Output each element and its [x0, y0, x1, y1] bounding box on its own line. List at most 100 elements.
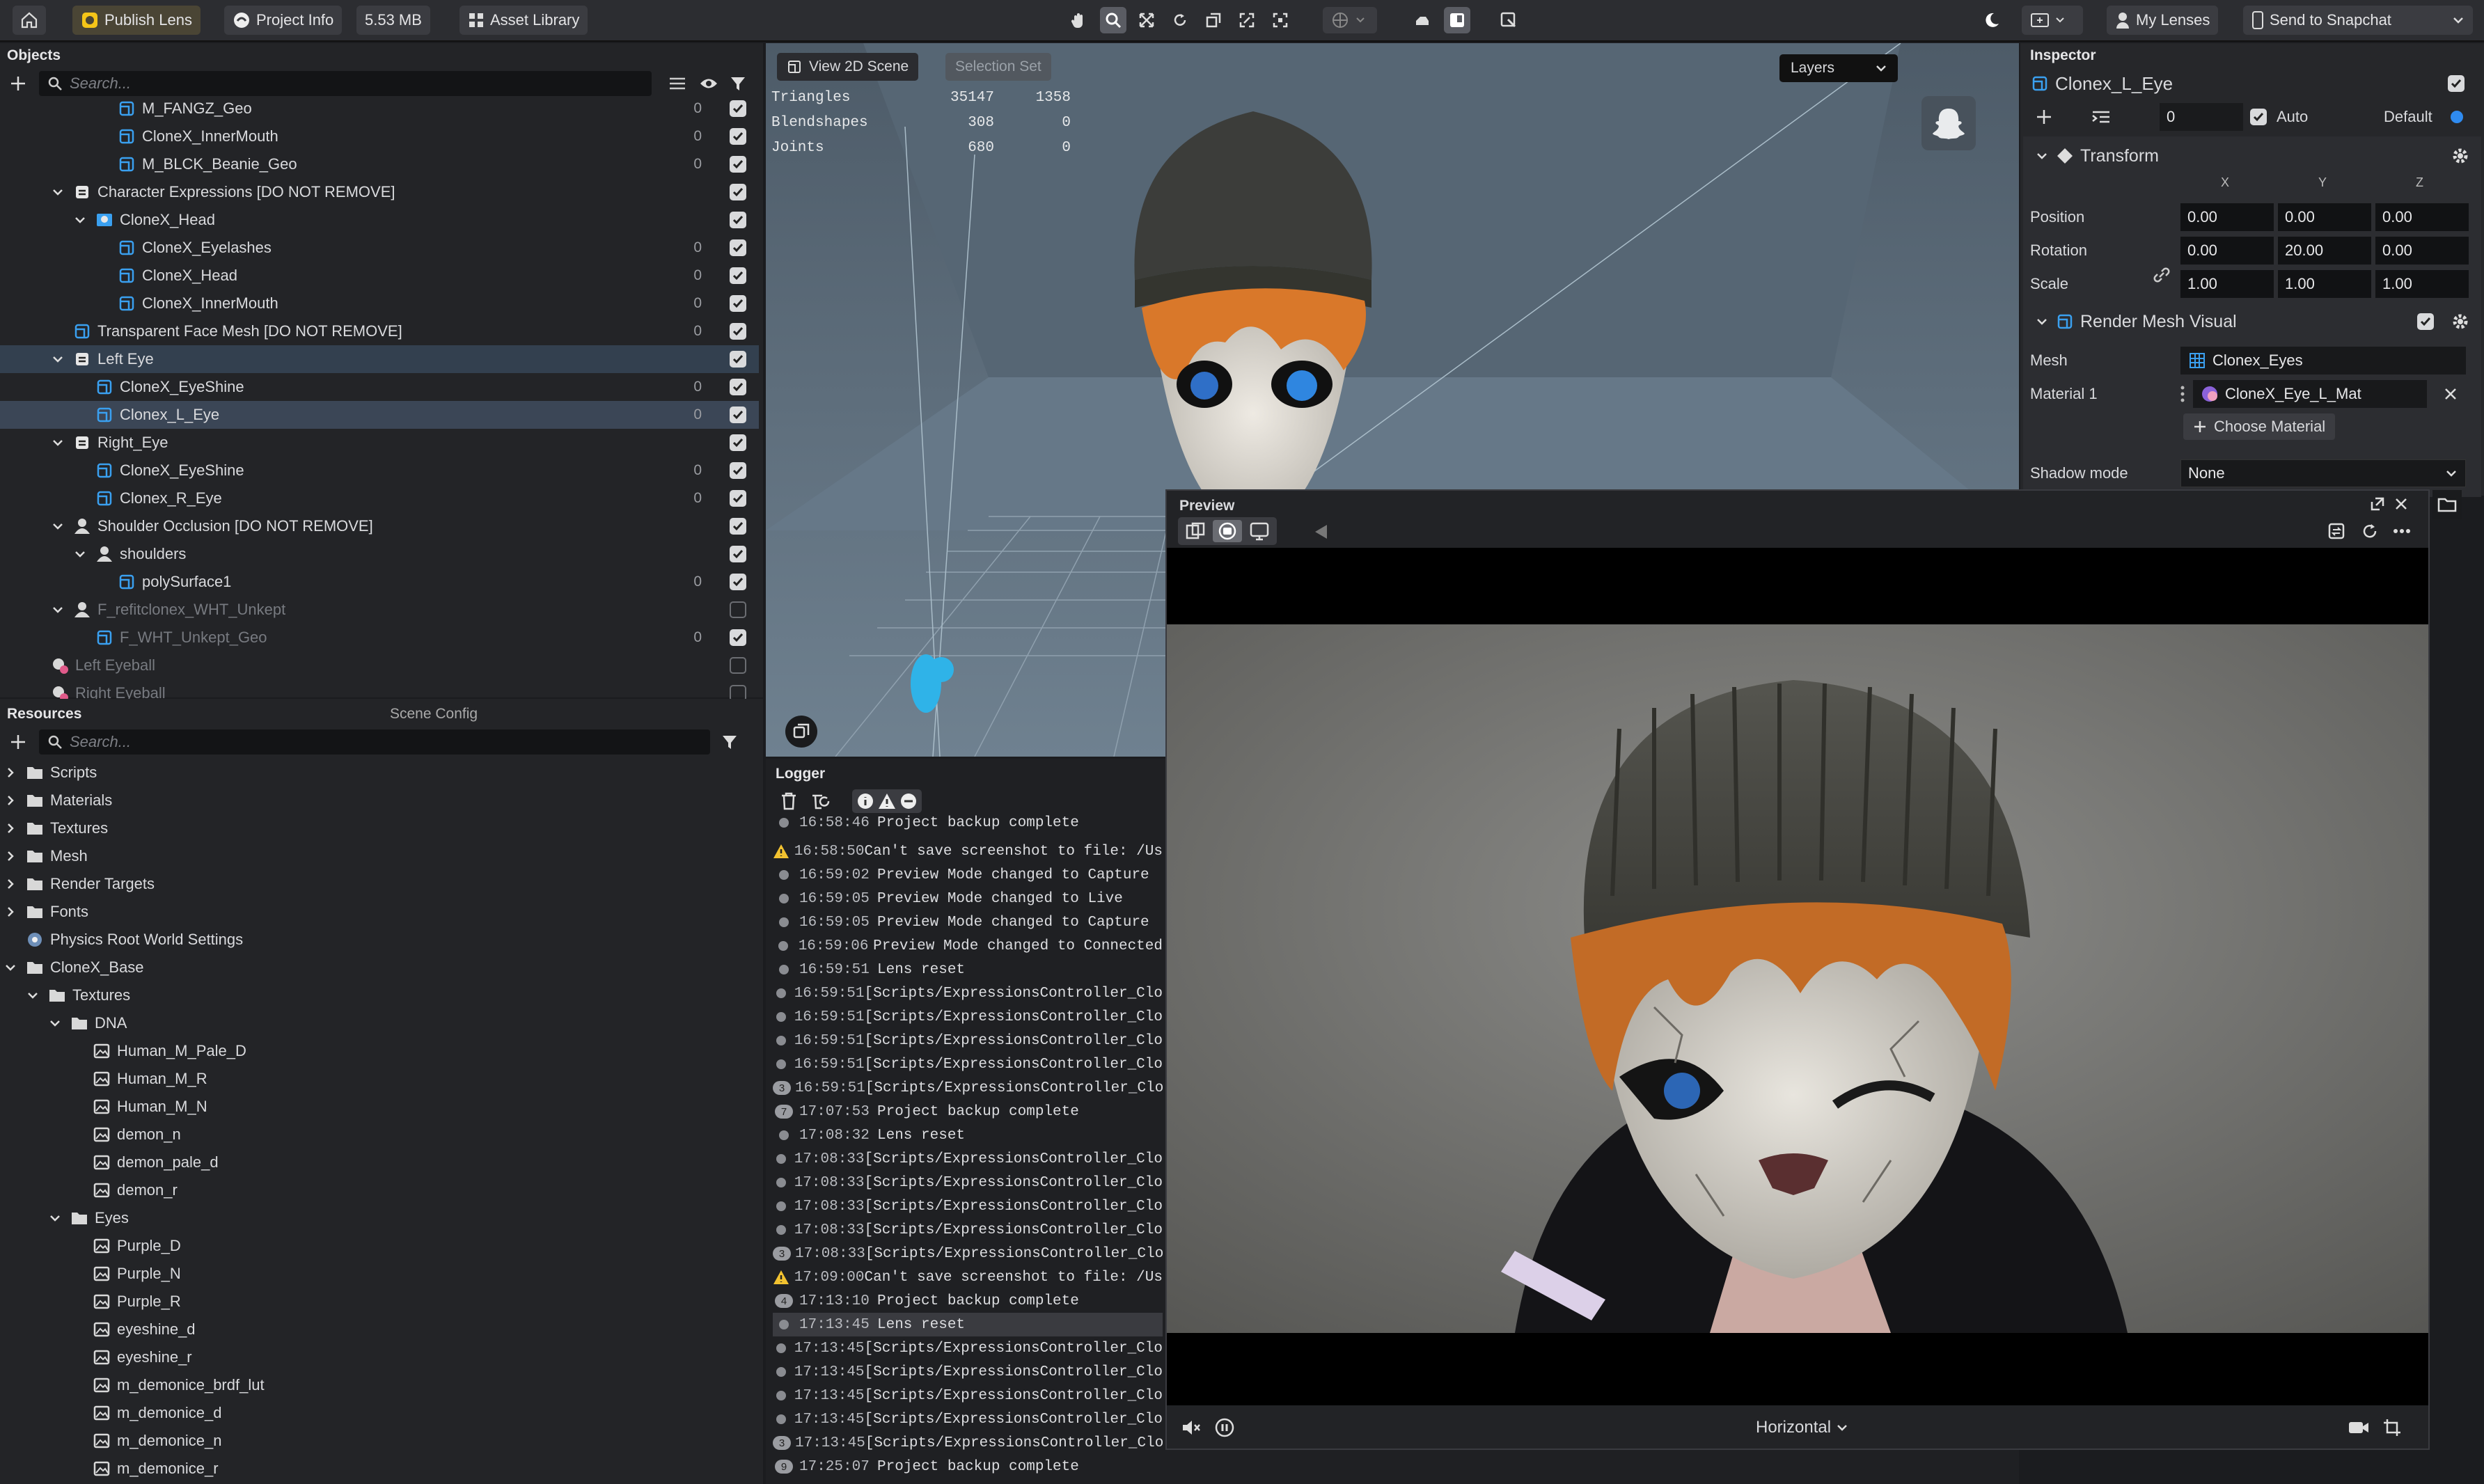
log-row[interactable]: 16:59:51 Lens reset: [773, 958, 1163, 981]
log-row[interactable]: 17:13:45 [Scripts/ExpressionsController_C…: [773, 1336, 1163, 1360]
resource-row[interactable]: demon_pale_d: [0, 1148, 759, 1176]
live-mode-icon[interactable]: [1213, 520, 1242, 542]
log-row[interactable]: 16:58:50 Can't save screenshot to file: /…: [773, 839, 1163, 863]
log-row[interactable]: 16:59:05 Preview Mode changed to Capture: [773, 910, 1163, 934]
resource-row[interactable]: Eyes: [0, 1204, 759, 1232]
resources-search-input[interactable]: Search...: [39, 729, 710, 755]
log-row[interactable]: 17:08:32 Lens reset: [773, 1123, 1163, 1147]
object-row[interactable]: CloneX_Head: [0, 206, 759, 234]
visibility-checkbox[interactable]: [730, 406, 746, 423]
chevron-down-icon[interactable]: [4, 961, 17, 974]
object-row[interactable]: Shoulder Occlusion [DO NOT REMOVE]: [0, 512, 759, 540]
log-row[interactable]: 16:59:06 Preview Mode changed to Connecte…: [773, 934, 1163, 958]
connected-mode-icon[interactable]: [1245, 520, 1274, 542]
object-row[interactable]: shoulders: [0, 540, 759, 568]
close-icon[interactable]: [2442, 386, 2459, 402]
log-row[interactable]: 3 17:13:45 [Scripts/ExpressionsController_…: [773, 1431, 1163, 1455]
more-options-icon[interactable]: [2392, 521, 2412, 541]
chevron-down-icon[interactable]: [52, 436, 64, 449]
snapchat-ghost-icon[interactable]: [1921, 96, 1976, 150]
object-enabled-checkbox[interactable]: [2448, 75, 2465, 92]
visibility-checkbox[interactable]: [730, 462, 746, 479]
gear-icon[interactable]: [2451, 146, 2470, 166]
preview-toggle-icon[interactable]: [1444, 7, 1470, 33]
camera-icon[interactable]: [1409, 7, 1436, 33]
resource-row[interactable]: Purple_N: [0, 1260, 759, 1288]
log-row[interactable]: 16:59:05 Preview Mode changed to Live: [773, 887, 1163, 910]
chevron-right-icon[interactable]: [4, 794, 17, 807]
preview-canvas[interactable]: [1167, 548, 2428, 1405]
log-row[interactable]: 17:13:45 [Scripts/ExpressionsController_C…: [773, 1384, 1163, 1407]
resource-row[interactable]: Materials: [0, 787, 759, 814]
chevron-right-icon[interactable]: [4, 850, 17, 862]
object-row[interactable]: Right_Eye: [0, 429, 759, 457]
visibility-checkbox[interactable]: [730, 657, 746, 674]
visibility-checkbox[interactable]: [730, 239, 746, 256]
snap-tool-icon[interactable]: [1267, 7, 1294, 33]
info-filter-icon[interactable]: [856, 792, 874, 810]
resource-row[interactable]: m_demonice_brdf_lut: [0, 1371, 759, 1399]
position-y-field[interactable]: 0.00: [2278, 203, 2371, 231]
resource-row[interactable]: Textures: [0, 981, 759, 1009]
hand-tool-icon[interactable]: [1065, 7, 1092, 33]
object-row[interactable]: M_BLCK_Beanie_Geo 0: [0, 150, 759, 178]
visibility-checkbox[interactable]: [730, 518, 746, 535]
object-row[interactable]: Character Expressions [DO NOT REMOVE]: [0, 178, 759, 206]
filter-icon[interactable]: [730, 75, 746, 92]
log-row[interactable]: 17:13:45 Lens reset: [773, 1313, 1163, 1336]
link-scale-icon[interactable]: [2151, 265, 2172, 285]
visibility-checkbox[interactable]: [730, 100, 746, 117]
chevron-right-icon[interactable]: [4, 766, 17, 779]
scale-z-field[interactable]: 1.00: [2375, 270, 2469, 298]
inspector-object-name[interactable]: Clonex_L_Eye: [2055, 73, 2173, 95]
object-row[interactable]: CloneX_Eyelashes 0: [0, 234, 759, 262]
crop-icon[interactable]: [2382, 1418, 2402, 1437]
selection-set-button[interactable]: Selection Set: [945, 53, 1051, 81]
object-row[interactable]: CloneX_Head 0: [0, 262, 759, 290]
object-row[interactable]: Clonex_R_Eye 0: [0, 484, 759, 512]
object-row[interactable]: polySurface1 0: [0, 568, 759, 596]
skip-icon[interactable]: [1309, 523, 1330, 541]
visibility-checkbox[interactable]: [730, 434, 746, 451]
chevron-down-icon[interactable]: [2452, 14, 2465, 26]
video-camera-icon[interactable]: [2348, 1419, 2370, 1436]
resource-row[interactable]: Mesh: [0, 842, 759, 870]
log-row[interactable]: 16:59:51 [Scripts/ExpressionsController_C…: [773, 1029, 1163, 1052]
sync-icon[interactable]: [2327, 521, 2346, 541]
visibility-checkbox[interactable]: [730, 629, 746, 646]
visibility-checkbox[interactable]: [730, 601, 746, 618]
rect-tool-icon[interactable]: [1234, 7, 1260, 33]
view-2d-scene-button[interactable]: View 2D Scene: [777, 53, 919, 81]
log-row[interactable]: 9 17:25:07 Project backup complete: [773, 1455, 1163, 1478]
my-lenses-button[interactable]: My Lenses: [2107, 6, 2219, 35]
list-view-icon[interactable]: [668, 75, 686, 92]
visibility-checkbox[interactable]: [730, 128, 746, 145]
chevron-down-icon[interactable]: [26, 989, 39, 1002]
gear-icon[interactable]: [2451, 312, 2470, 331]
object-row[interactable]: CloneX_EyeShine 0: [0, 373, 759, 401]
rmv-enabled-checkbox[interactable]: [2417, 313, 2434, 330]
chevron-right-icon[interactable]: [4, 906, 17, 918]
rotation-x-field[interactable]: 0.00: [2180, 237, 2274, 265]
object-row[interactable]: CloneX_EyeShine 0: [0, 457, 759, 484]
resource-row[interactable]: Purple_D: [0, 1232, 759, 1260]
add-component-icon[interactable]: [2036, 109, 2052, 125]
rotation-z-field[interactable]: 0.00: [2375, 237, 2469, 265]
log-row[interactable]: 7 17:07:53 Project backup complete: [773, 1100, 1163, 1123]
resource-row[interactable]: Human_M_N: [0, 1093, 759, 1121]
scene-config-tab[interactable]: Scene Config: [390, 706, 478, 723]
resource-row[interactable]: Human_M_Pale_D: [0, 1037, 759, 1065]
visibility-checkbox[interactable]: [730, 574, 746, 590]
clear-on-reset-icon[interactable]: [810, 791, 831, 811]
log-row[interactable]: 17:13:45 [Scripts/ExpressionsController_C…: [773, 1360, 1163, 1384]
scale-y-field[interactable]: 1.00: [2278, 270, 2371, 298]
resource-row[interactable]: Textures: [0, 814, 759, 842]
log-row[interactable]: 3 17:08:33 [Scripts/ExpressionsController_…: [773, 1242, 1163, 1265]
error-filter-icon[interactable]: [899, 792, 918, 810]
visibility-eye-icon[interactable]: [699, 76, 718, 91]
layer-color-dot[interactable]: [2451, 111, 2463, 123]
log-row[interactable]: 17:08:33 [Scripts/ExpressionsController_C…: [773, 1171, 1163, 1194]
resource-row[interactable]: Physics Root World Settings: [0, 926, 759, 954]
chevron-down-icon[interactable]: [49, 1212, 61, 1224]
visibility-checkbox[interactable]: [730, 267, 746, 284]
